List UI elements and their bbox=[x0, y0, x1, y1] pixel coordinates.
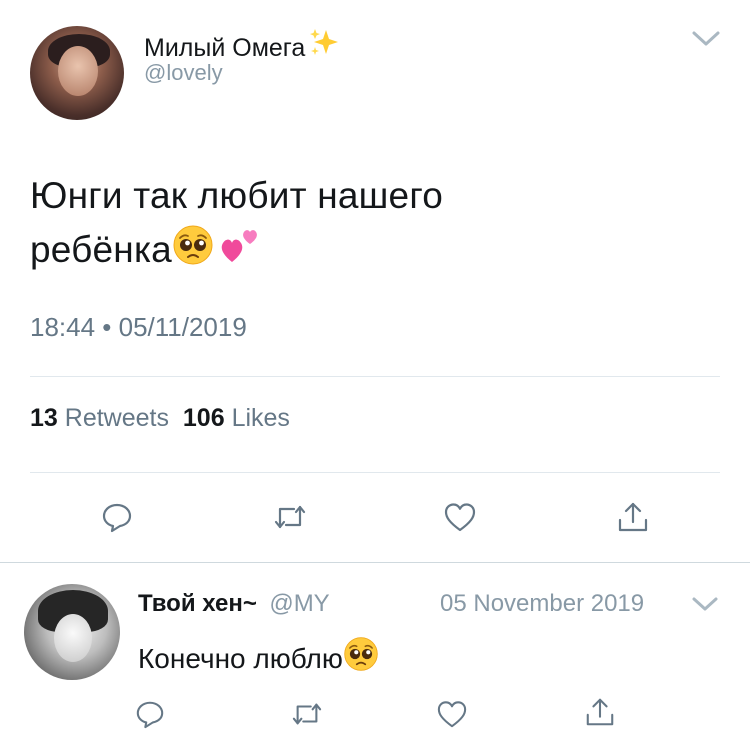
reply-avatar[interactable] bbox=[24, 584, 120, 680]
retweet-icon[interactable] bbox=[287, 694, 327, 734]
timestamp[interactable]: 18:44 • 05/11/2019 bbox=[30, 312, 247, 343]
divider bbox=[0, 562, 750, 563]
two-hearts-icon bbox=[218, 222, 262, 280]
pleading-face-icon bbox=[172, 224, 214, 280]
likes-count: 106 bbox=[182, 404, 225, 432]
divider bbox=[30, 376, 720, 377]
avatar-face bbox=[54, 614, 92, 662]
likes-stat[interactable]: 106 Likes bbox=[183, 404, 290, 432]
reply-handle[interactable]: @MY bbox=[269, 590, 329, 617]
divider bbox=[30, 472, 720, 473]
pleading-face-icon bbox=[343, 636, 379, 679]
reply-display-name[interactable]: Твой хен~ bbox=[138, 590, 257, 617]
chevron-down-icon[interactable] bbox=[690, 28, 722, 55]
sparkles-icon bbox=[308, 28, 342, 63]
retweets-count: 13 bbox=[30, 404, 58, 432]
like-icon[interactable] bbox=[440, 497, 480, 537]
reply-icon[interactable] bbox=[130, 694, 170, 734]
avatar[interactable] bbox=[30, 26, 124, 120]
reply-date[interactable]: 05 November 2019 bbox=[440, 590, 644, 618]
display-name[interactable]: Милый Омега bbox=[144, 34, 305, 62]
tweet-author[interactable]: Милый Омега bbox=[144, 28, 342, 63]
share-icon[interactable] bbox=[613, 497, 653, 537]
reply-header: Твой хен~ @MY bbox=[138, 590, 330, 618]
avatar-face bbox=[58, 46, 98, 96]
likes-label: Likes bbox=[231, 404, 290, 432]
retweets-stat[interactable]: 13 Retweets bbox=[30, 404, 169, 432]
handle[interactable]: @lovely bbox=[144, 60, 223, 86]
tweet-text: Юнги так любит нашего ребёнка bbox=[30, 170, 710, 280]
reply-text-content: Конечно люблю bbox=[138, 643, 343, 674]
reply-icon[interactable] bbox=[97, 497, 137, 537]
tweet-text-line: ребёнка bbox=[30, 222, 710, 280]
retweets-label: Retweets bbox=[64, 404, 169, 432]
share-icon[interactable] bbox=[580, 692, 620, 732]
reply-text: Конечно люблю bbox=[138, 636, 379, 679]
retweet-icon[interactable] bbox=[270, 497, 310, 537]
tweet-stats: 13 Retweets 106 Likes bbox=[30, 404, 290, 433]
chevron-down-icon[interactable] bbox=[690, 594, 720, 619]
tweet-text-line2: ребёнка bbox=[30, 229, 172, 270]
tweet-text-line: Юнги так любит нашего bbox=[30, 175, 443, 216]
like-icon[interactable] bbox=[432, 694, 472, 734]
